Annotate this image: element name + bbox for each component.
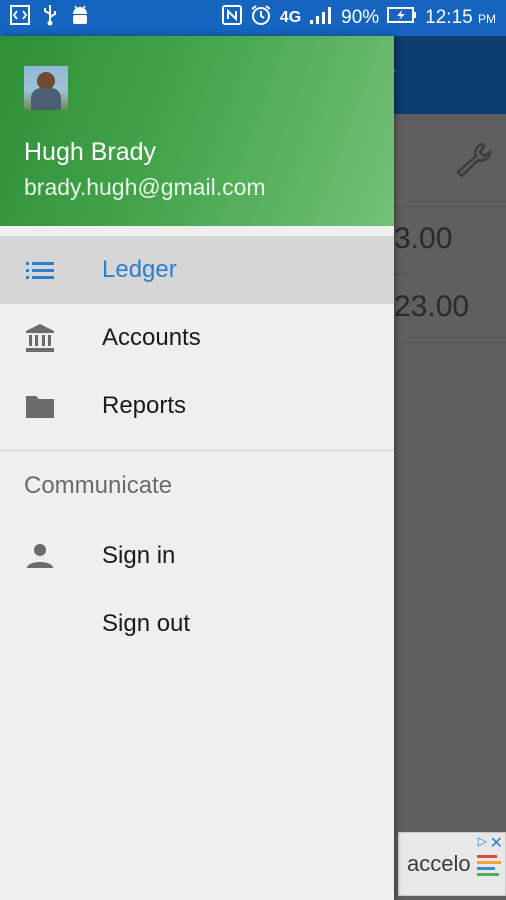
user-name: Hugh Brady <box>24 138 157 166</box>
ad-choices-icon[interactable]: ▷ <box>478 834 487 848</box>
user-email: brady.hugh@gmail.com <box>24 174 266 200</box>
drawer-divider <box>0 450 394 451</box>
person-icon <box>24 540 56 572</box>
battery-percent: 90% <box>341 7 380 28</box>
network-4g-icon: 4G <box>279 9 302 26</box>
section-header: Communicate <box>24 472 173 499</box>
drawer-item-label: Reports <box>102 392 187 419</box>
folder-icon <box>24 390 56 422</box>
drawer-item-label: Sign in <box>102 542 176 569</box>
status-bar: 4G 90% 12:15 PM <box>0 0 506 36</box>
drawer-item-label: Sign out <box>102 610 191 637</box>
status-bar-system: 4G 90% 12:15 PM <box>221 4 496 32</box>
avatar[interactable] <box>24 66 68 110</box>
drawer-item-label: Ledger <box>102 256 177 283</box>
clock: 12:15 PM <box>425 7 496 28</box>
status-bar-notifications <box>10 4 90 32</box>
drawer-header: Hugh Brady brady.hugh@gmail.com <box>0 36 394 226</box>
drawer-item-accounts[interactable]: Accounts <box>0 304 394 372</box>
wrench-icon <box>452 138 496 187</box>
drawer-item-reports[interactable]: Reports <box>0 372 394 440</box>
alarm-icon <box>250 4 272 32</box>
ad-brand-text: accelo <box>407 851 471 876</box>
navigation-drawer: Hugh Brady brady.hugh@gmail.com Ledger A… <box>0 36 394 900</box>
close-icon[interactable]: ✕ <box>490 833 503 853</box>
drawer-item-sign-in[interactable]: Sign in <box>0 522 394 590</box>
signal-icon <box>309 5 333 31</box>
android-icon <box>70 4 90 32</box>
amount-value: 3.00 <box>394 222 453 255</box>
ad-banner[interactable]: ▷ ✕ accelo <box>398 832 506 896</box>
drawer-item-label: Accounts <box>102 324 201 351</box>
ad-logo-lines <box>477 855 501 879</box>
list-icon <box>24 254 56 286</box>
bank-icon <box>24 322 56 354</box>
drawer-item-sign-out[interactable]: Sign out <box>0 590 394 658</box>
usb-icon <box>42 4 58 32</box>
amount-value: 23.00 <box>394 290 470 323</box>
code-icon <box>10 5 30 31</box>
nfc-icon <box>221 5 242 31</box>
battery-charging-icon <box>387 6 417 30</box>
drawer-item-ledger[interactable]: Ledger <box>0 236 394 304</box>
